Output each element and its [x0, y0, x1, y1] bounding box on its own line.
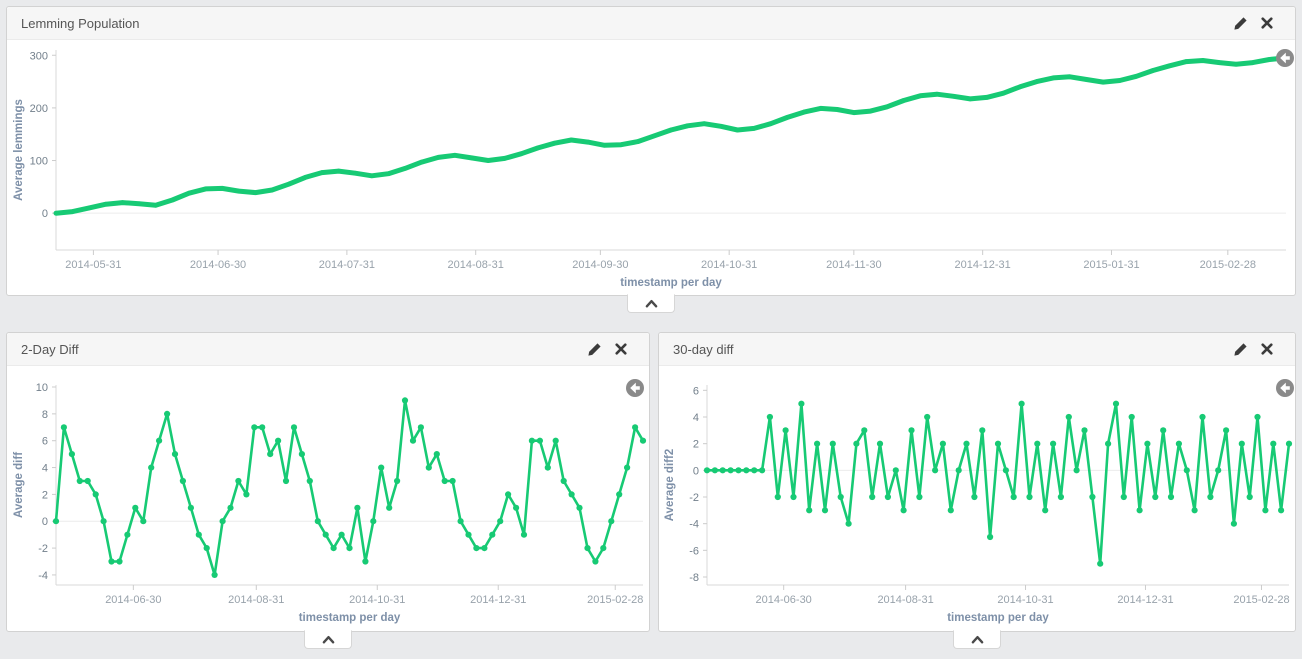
reset-zoom-icon[interactable]	[1275, 48, 1295, 68]
panel-lemming-population: Lemming Population 01002003002014-05-312…	[6, 6, 1296, 296]
svg-text:2014-06-30: 2014-06-30	[105, 594, 161, 606]
panel-header: 30-day diff	[659, 333, 1295, 366]
y-axis-ticks: 6 4 2 0 -2 -4 -6 -8	[689, 385, 707, 584]
y-axis-ticks: 10 8 6 4 2 0 -2 -4	[36, 382, 56, 582]
edit-pencil-icon[interactable]	[587, 342, 602, 357]
close-icon[interactable]	[1261, 17, 1273, 29]
svg-text:-4: -4	[38, 570, 48, 582]
svg-text:-6: -6	[689, 545, 699, 557]
x-axis-title: timestamp per day	[947, 612, 1049, 624]
svg-text:2015-02-28: 2015-02-28	[587, 594, 643, 606]
svg-text:6: 6	[42, 436, 48, 448]
svg-text:2014-10-31: 2014-10-31	[997, 594, 1053, 606]
svg-text:4: 4	[42, 463, 48, 475]
y-axis-ticks: 0 100 200 300	[30, 50, 56, 220]
svg-text:-4: -4	[689, 519, 699, 531]
svg-text:2014-07-31: 2014-07-31	[319, 259, 375, 271]
svg-text:2: 2	[42, 489, 48, 501]
chart-canvas-30-day-diff[interactable]: 6 4 2 0 -2 -4 -6 -8 2014-06-30 2014-08-31 2014-10-…	[659, 366, 1295, 632]
svg-text:2014-12-31: 2014-12-31	[1117, 594, 1173, 606]
panel-title: 2-Day Diff	[21, 342, 574, 357]
svg-text:2014-10-31: 2014-10-31	[349, 594, 405, 606]
svg-text:300: 300	[30, 50, 48, 62]
svg-text:10: 10	[36, 382, 48, 394]
svg-text:2014-12-31: 2014-12-31	[955, 259, 1011, 271]
chart-area: 0 100 200 300 2014-05-31 2014-06-30 2014-07-31…	[7, 40, 1295, 296]
row-collapse-tab[interactable]	[627, 294, 675, 313]
y-axis-title: Average diff2	[664, 449, 676, 521]
svg-text:-2: -2	[38, 543, 48, 555]
svg-text:2014-06-30: 2014-06-30	[756, 594, 812, 606]
svg-text:2014-12-31: 2014-12-31	[470, 594, 526, 606]
panel-title: Lemming Population	[21, 16, 1220, 31]
panel-2-day-diff: 2-Day Diff 10 8 6 4 2 0 -2 -4 2014-06-30 2014-08-…	[6, 332, 650, 632]
close-icon[interactable]	[1261, 343, 1273, 355]
reset-zoom-icon[interactable]	[1275, 378, 1295, 398]
svg-text:6: 6	[693, 385, 699, 397]
chevron-up-icon	[971, 635, 984, 644]
panel-header: Lemming Population	[7, 7, 1295, 40]
dashboard: Lemming Population 01002003002014-05-312…	[0, 0, 1302, 659]
row-collapse-tab[interactable]	[304, 630, 352, 649]
chevron-up-icon	[645, 299, 658, 308]
svg-text:2014-08-31: 2014-08-31	[228, 594, 284, 606]
row-collapse-tab[interactable]	[953, 630, 1001, 649]
svg-text:4: 4	[693, 412, 699, 424]
y-axis-title: Average diff	[13, 452, 25, 518]
svg-text:2014-06-30: 2014-06-30	[190, 259, 246, 271]
svg-text:2014-10-31: 2014-10-31	[701, 259, 757, 271]
svg-text:2014-08-31: 2014-08-31	[448, 259, 504, 271]
chevron-up-icon	[322, 635, 335, 644]
edit-pencil-icon[interactable]	[1233, 342, 1248, 357]
svg-text:2014-05-31: 2014-05-31	[65, 259, 121, 271]
svg-text:2014-08-31: 2014-08-31	[877, 594, 933, 606]
y-axis-title: Average lemmings	[13, 99, 25, 201]
svg-text:2015-02-28: 2015-02-28	[1200, 259, 1256, 271]
svg-text:2015-02-28: 2015-02-28	[1233, 594, 1289, 606]
svg-text:-2: -2	[689, 492, 699, 504]
chart-canvas-lemming-population[interactable]: 0 100 200 300 2014-05-31 2014-06-30 2014-07-31…	[7, 40, 1295, 296]
svg-text:0: 0	[42, 516, 48, 528]
svg-text:200: 200	[30, 103, 48, 115]
x-axis-title: timestamp per day	[620, 277, 722, 289]
panel-header: 2-Day Diff	[7, 333, 649, 366]
x-axis-ticks: 2014-06-30 2014-08-31 2014-10-31 2014-12-31…	[756, 585, 1290, 606]
svg-text:2: 2	[693, 439, 699, 451]
series-points	[53, 397, 646, 578]
edit-pencil-icon[interactable]	[1233, 16, 1248, 31]
svg-text:0: 0	[693, 465, 699, 477]
series-line	[707, 404, 1289, 564]
panel-title: 30-day diff	[673, 342, 1220, 357]
svg-text:-8: -8	[689, 572, 699, 584]
svg-text:8: 8	[42, 409, 48, 421]
reset-zoom-icon[interactable]	[625, 378, 645, 398]
svg-text:2015-01-31: 2015-01-31	[1083, 259, 1139, 271]
svg-text:2014-09-30: 2014-09-30	[572, 259, 628, 271]
close-icon[interactable]	[615, 343, 627, 355]
x-axis-ticks: 2014-06-30 2014-08-31 2014-10-31 2014-12-31…	[105, 585, 643, 606]
svg-text:0: 0	[42, 208, 48, 220]
panel-30-day-diff: 30-day diff 6420-2-4-6-82014-06-302014-0…	[658, 332, 1296, 632]
x-axis-title: timestamp per day	[299, 612, 401, 624]
chart-area: 10 8 6 4 2 0 -2 -4 2014-06-30 2014-08-31 2014-10-3…	[7, 366, 649, 632]
chart-canvas-2-day-diff[interactable]: 10 8 6 4 2 0 -2 -4 2014-06-30 2014-08-31 2014-10-3…	[7, 366, 649, 632]
x-axis-ticks: 2014-05-31 2014-06-30 2014-07-31 2014-08-31…	[65, 250, 1256, 271]
chart-area: 6 4 2 0 -2 -4 -6 -8 2014-06-30 2014-08-31 2014-10-…	[659, 366, 1295, 632]
svg-text:2014-11-30: 2014-11-30	[826, 259, 881, 271]
svg-text:100: 100	[30, 156, 48, 168]
